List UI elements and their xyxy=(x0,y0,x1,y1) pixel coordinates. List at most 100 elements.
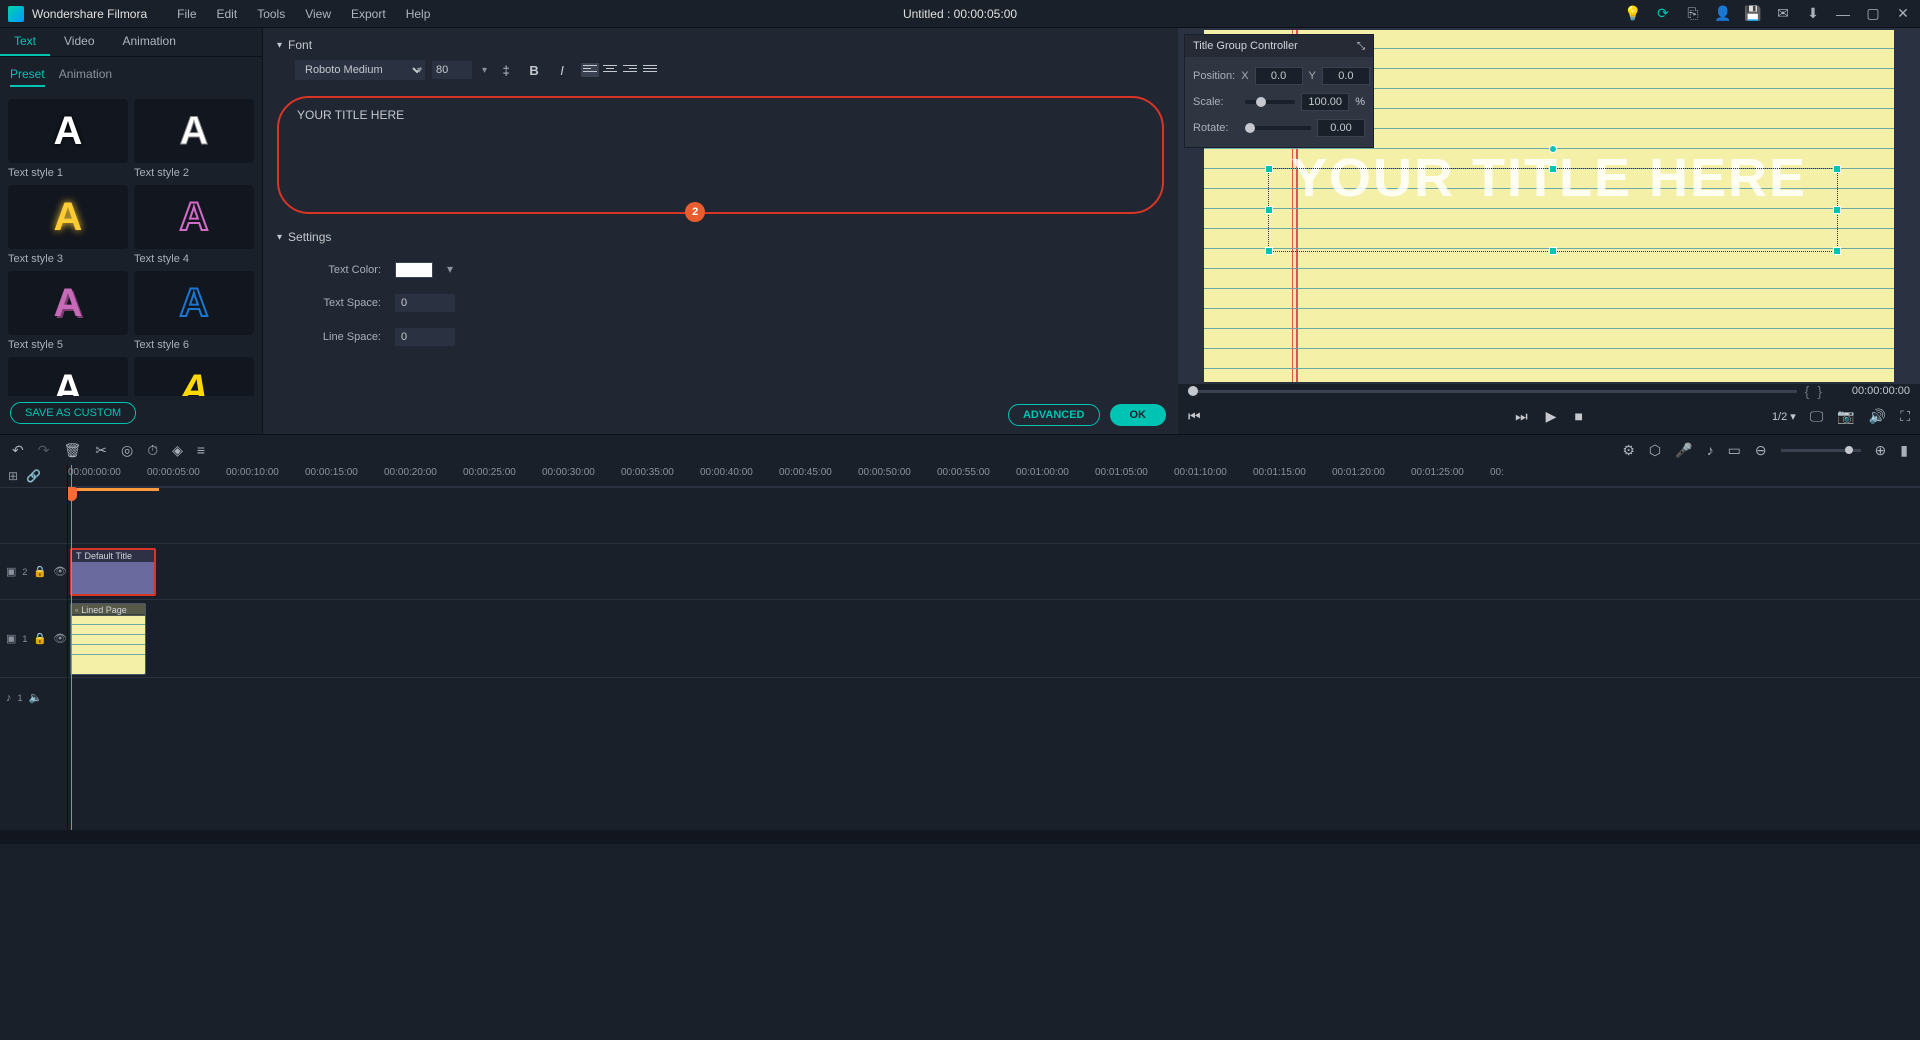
lock-icon[interactable]: 🔒 xyxy=(33,565,47,578)
selection-box[interactable] xyxy=(1268,168,1838,252)
font-size-input[interactable] xyxy=(432,61,472,79)
menu-export[interactable]: Export xyxy=(341,7,396,21)
line-height-icon[interactable]: ‡ xyxy=(497,61,515,79)
refresh-icon[interactable]: ⟳ xyxy=(1654,5,1672,23)
settings-section-header[interactable]: Settings xyxy=(277,226,1164,248)
zoom-out-icon[interactable]: ⊖ xyxy=(1755,442,1767,459)
font-section-header[interactable]: Font xyxy=(277,34,1164,56)
menu-file[interactable]: File xyxy=(167,7,206,21)
music-icon[interactable]: ♪ xyxy=(1707,442,1714,458)
tgc-close-icon[interactable]: ⤡ xyxy=(1357,41,1365,52)
mark-in-icon[interactable]: { xyxy=(1805,383,1810,399)
cut-icon[interactable]: ✂ xyxy=(95,442,107,459)
line-space-input[interactable] xyxy=(395,328,455,346)
tgc-rotate-slider[interactable] xyxy=(1245,126,1311,130)
text-style-7[interactable]: A xyxy=(8,357,128,396)
align-center-button[interactable] xyxy=(601,63,619,77)
eye-icon[interactable]: 👁 xyxy=(53,632,67,645)
menu-tools[interactable]: Tools xyxy=(247,7,295,21)
tgc-scale-input[interactable] xyxy=(1301,93,1349,111)
handle-ml[interactable] xyxy=(1265,206,1273,214)
menu-edit[interactable]: Edit xyxy=(207,7,248,21)
italic-button[interactable]: I xyxy=(553,61,571,79)
fullscreen-icon[interactable]: ⛶ xyxy=(1900,408,1910,425)
text-color-swatch[interactable] xyxy=(395,262,433,278)
close-icon[interactable]: ✕ xyxy=(1894,5,1912,23)
volume-icon[interactable]: 🔊 xyxy=(1869,408,1886,425)
handle-tr[interactable] xyxy=(1833,165,1841,173)
lock-icon[interactable]: 🔒 xyxy=(33,632,47,645)
preset-tab-preset[interactable]: Preset xyxy=(10,63,45,87)
mute-icon[interactable]: 🔈 xyxy=(29,691,43,704)
bold-button[interactable]: B xyxy=(525,61,543,79)
tgc-x-input[interactable] xyxy=(1255,67,1303,85)
align-justify-button[interactable] xyxy=(641,63,659,77)
gift-icon[interactable]: ⎘ xyxy=(1684,5,1702,23)
crop-icon[interactable]: ◎ xyxy=(121,442,133,459)
timeline-ruler[interactable]: 00:00:00:0000:00:05:0000:00:10:0000:00:1… xyxy=(68,465,1920,487)
play-button[interactable]: ▶ xyxy=(1546,408,1557,425)
step-back-button[interactable]: ⏮ xyxy=(1188,408,1201,425)
handle-rotate[interactable] xyxy=(1549,145,1557,153)
add-track-icon[interactable]: ⊞ xyxy=(8,469,18,483)
save-as-custom-button[interactable]: SAVE AS CUSTOM xyxy=(10,402,136,424)
clip-default-title[interactable]: 1 TDefault Title xyxy=(70,548,156,596)
download-icon[interactable]: ⬇ xyxy=(1804,5,1822,23)
display-icon[interactable]: 🖵 xyxy=(1810,408,1824,425)
render-icon[interactable]: ▭ xyxy=(1728,442,1741,459)
stop-button[interactable]: ■ xyxy=(1574,408,1582,425)
tab-text[interactable]: Text xyxy=(0,28,50,56)
font-family-select[interactable]: Roboto Medium xyxy=(295,60,425,80)
lightbulb-icon[interactable]: 💡 xyxy=(1624,5,1642,23)
timeline-zoom-slider[interactable] xyxy=(1781,449,1861,452)
align-left-button[interactable] xyxy=(581,63,599,77)
voiceover-icon[interactable]: 🎤 xyxy=(1675,442,1692,459)
color-icon[interactable]: ◈ xyxy=(172,442,183,459)
handle-tl[interactable] xyxy=(1265,165,1273,173)
title-group-controller[interactable]: Title Group Controller ⤡ Position: X Y S… xyxy=(1184,34,1374,148)
handle-br[interactable] xyxy=(1833,247,1841,255)
timeline-scrollbar[interactable] xyxy=(0,830,1920,844)
handle-bm[interactable] xyxy=(1549,247,1557,255)
user-icon[interactable]: 👤 xyxy=(1714,5,1732,23)
clip-lined-page[interactable]: ▫Lined Page xyxy=(70,603,146,675)
handle-bl[interactable] xyxy=(1265,247,1273,255)
tgc-scale-slider[interactable] xyxy=(1245,100,1295,104)
menu-help[interactable]: Help xyxy=(396,7,441,21)
preview-zoom-select[interactable]: 1/2 ▾ xyxy=(1772,410,1796,423)
redo-icon[interactable]: ↷ xyxy=(38,442,50,459)
text-style-2[interactable]: AText style 2 xyxy=(134,99,254,179)
maximize-icon[interactable]: ▢ xyxy=(1864,5,1882,23)
advanced-button[interactable]: ADVANCED xyxy=(1008,404,1100,426)
eye-icon[interactable]: 👁 xyxy=(53,565,67,578)
menu-view[interactable]: View xyxy=(295,7,341,21)
handle-tm[interactable] xyxy=(1549,165,1557,173)
color-dropdown-icon[interactable]: ▾ xyxy=(447,262,459,278)
ok-button[interactable]: OK xyxy=(1110,404,1167,426)
text-style-5[interactable]: AText style 5 xyxy=(8,271,128,351)
step-forward-button[interactable]: ⏭ xyxy=(1515,408,1528,425)
mark-out-icon[interactable]: } xyxy=(1817,383,1822,399)
mail-icon[interactable]: ✉ xyxy=(1774,5,1792,23)
tgc-y-input[interactable] xyxy=(1322,67,1370,85)
video-track-2-lane[interactable]: 1 TDefault Title xyxy=(68,543,1920,599)
marker-icon[interactable]: ⬡ xyxy=(1649,442,1661,459)
video-track-1-lane[interactable]: ▫Lined Page xyxy=(68,599,1920,677)
minimize-icon[interactable]: — xyxy=(1834,5,1852,23)
playhead[interactable] xyxy=(71,465,72,830)
scrub-track[interactable] xyxy=(1188,390,1797,393)
mixer-icon[interactable]: ⚙ xyxy=(1622,442,1635,459)
tab-video[interactable]: Video xyxy=(50,28,108,56)
preset-tab-animation[interactable]: Animation xyxy=(59,63,112,87)
save-icon[interactable]: 💾 xyxy=(1744,5,1762,23)
title-text-input[interactable]: YOUR TITLE HERE xyxy=(297,108,1144,202)
undo-icon[interactable]: ↶ xyxy=(12,442,24,459)
snapshot-icon[interactable]: 📷 xyxy=(1837,408,1854,425)
speed-icon[interactable]: ⏱ xyxy=(147,442,158,459)
align-right-button[interactable] xyxy=(621,63,639,77)
text-space-input[interactable] xyxy=(395,294,455,312)
zoom-fit-icon[interactable]: ▮ xyxy=(1900,442,1908,459)
text-style-6[interactable]: AText style 6 xyxy=(134,271,254,351)
text-style-3[interactable]: AText style 3 xyxy=(8,185,128,265)
handle-mr[interactable] xyxy=(1833,206,1841,214)
